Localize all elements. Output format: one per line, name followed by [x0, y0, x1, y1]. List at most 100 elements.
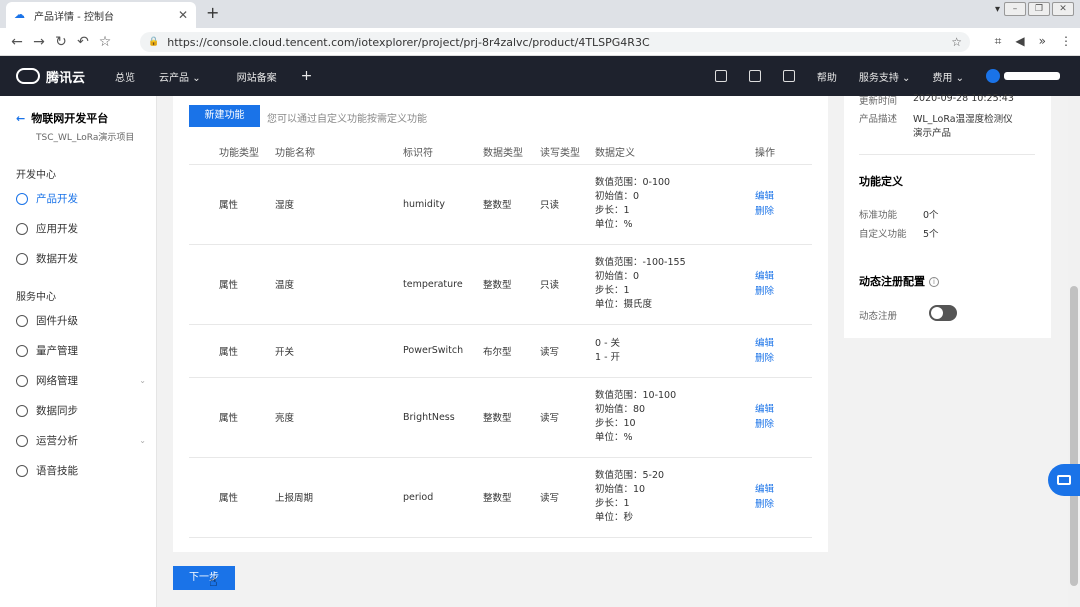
mail-icon[interactable] [782, 70, 795, 82]
forward-icon[interactable]: → [28, 34, 50, 50]
chevrons-icon[interactable]: » [1039, 34, 1046, 49]
bookmark-icon[interactable]: ☆ [94, 34, 116, 50]
sidebar-item-mass-production[interactable]: 量产管理 [16, 343, 146, 358]
nav-help[interactable]: 帮助 [817, 69, 837, 84]
sidebar-item-data-dev[interactable]: 数据开发 [16, 251, 146, 266]
microphone-icon [16, 464, 28, 477]
info-icon[interactable]: i [929, 277, 939, 287]
qrcode-icon[interactable] [714, 70, 727, 82]
undo-icon[interactable]: ↶ [72, 34, 94, 50]
reload-icon[interactable]: ↻ [50, 34, 72, 50]
sidebar-item-app-dev[interactable]: 应用开发 [16, 221, 146, 236]
next-step-button[interactable]: 下一步 [173, 566, 235, 590]
delete-link[interactable]: 删除 [755, 204, 812, 219]
col-type: 功能类型 [219, 140, 275, 165]
brand-logo[interactable]: 腾讯云 [16, 67, 85, 86]
nav-billing[interactable]: 费用 ⌄ [932, 69, 964, 84]
edit-link[interactable]: 编辑 [755, 482, 812, 497]
sidebar-item-voice[interactable]: 语音技能 [16, 463, 146, 478]
network-icon [16, 374, 28, 387]
new-tab-icon[interactable]: + [206, 3, 219, 22]
col-identifier: 标识符 [403, 140, 483, 165]
table-row: 属性 上报周期 period 整数型 读写 数值范围：5-20 初始值：10 步长：… [189, 457, 812, 538]
url-field[interactable]: 🔒 https://console.cloud.tencent.com/iote… [140, 32, 970, 52]
sidebar-item-data-sync[interactable]: 数据同步 [16, 403, 146, 418]
dynamic-register-title: 动态注册配置 i [859, 273, 939, 289]
avatar-icon [986, 69, 1000, 83]
custom-feature-hint: 您可以通过自定义功能按需定义功能 [267, 114, 427, 125]
gear-icon [16, 192, 28, 205]
sidebar: ← 物联网开发平台 TSC_WL_LoRa演示项目 开发中心 产品开发 应用开发 … [0, 96, 157, 607]
col-name: 功能名称 [275, 140, 403, 165]
back-arrow-icon[interactable]: ← [16, 112, 25, 125]
description-row: 产品描述 WL_LoRa温湿度检测仪 演示产品 [859, 114, 1013, 139]
function-definition-title: 功能定义 [859, 175, 903, 188]
cloud-icon: ☁ [14, 8, 25, 21]
browser-tab-bar: ☁ 产品详情 - 控制台 ✕ + ▾ – ❐ ✕ [0, 0, 1080, 28]
sidebar-item-network[interactable]: 网络管理 ⌄ [16, 373, 146, 388]
chat-button[interactable] [1048, 464, 1080, 496]
scrollbar-thumb[interactable] [1070, 286, 1078, 586]
nav-products[interactable]: 云产品 ⌄ [159, 69, 201, 84]
platform-title: 物联网开发平台 [31, 112, 109, 125]
col-data-type: 数据类型 [483, 140, 540, 165]
features-table: 功能类型 功能名称 标识符 数据类型 读写类型 数据定义 操作 属性 湿度 hu… [189, 140, 812, 538]
page-scrollbar[interactable] [1068, 96, 1080, 607]
new-feature-button[interactable]: 新建功能 [189, 105, 260, 127]
window-controls: – ❐ ✕ [1004, 2, 1074, 16]
nav-overview[interactable]: 总览 [115, 69, 135, 84]
data-icon [16, 252, 28, 265]
speaker-icon[interactable]: ◀ [1015, 34, 1024, 49]
sidebar-item-firmware[interactable]: 固件升级 [16, 313, 146, 328]
document-icon[interactable] [748, 70, 761, 82]
extension-icons: ⌗ ◀ » ⋮ [995, 34, 1072, 49]
col-actions: 操作 [755, 140, 812, 165]
table-row: 属性 湿度 humidity 整数型 只读 数值范围：0-100 初始值：0 步长：… [189, 164, 812, 245]
production-icon [16, 344, 28, 357]
close-window-icon[interactable]: ✕ [1052, 2, 1074, 16]
nav-icp[interactable]: 网站备案 [237, 69, 277, 84]
crop-icon[interactable]: ⌗ [995, 34, 1002, 49]
delete-link[interactable]: 删除 [755, 284, 812, 299]
menu-dots-icon[interactable]: ⋮ [1060, 34, 1072, 49]
account-menu[interactable] [986, 69, 1060, 83]
close-tab-icon[interactable]: ✕ [178, 8, 188, 22]
delete-link[interactable]: 删除 [755, 417, 812, 432]
delete-link[interactable]: 删除 [755, 351, 812, 366]
minimize-icon[interactable]: – [1004, 2, 1026, 16]
analytics-icon [16, 434, 28, 447]
sidebar-item-product-dev[interactable]: 产品开发 [16, 191, 146, 206]
project-name: TSC_WL_LoRa演示项目 [36, 133, 135, 143]
custom-functions-row: 自定义功能 5个 [859, 229, 939, 240]
add-icon[interactable]: + [301, 68, 313, 84]
brand-name: 腾讯云 [46, 70, 86, 86]
section-service: 服务中心 [16, 292, 56, 303]
tab-title: 产品详情 - 控制台 [34, 11, 114, 23]
browser-tab[interactable]: ☁ 产品详情 - 控制台 ✕ [6, 2, 196, 28]
chat-icon [1057, 475, 1071, 485]
sidebar-item-analytics[interactable]: 运营分析 ⌄ [16, 433, 146, 448]
nav-support[interactable]: 服务支持 ⌄ [859, 69, 911, 84]
tab-dropdown-icon[interactable]: ▾ [995, 4, 1000, 15]
product-info-panel: 更新时间 2020-09-28 10:25:43 产品描述 WL_LoRa温湿度… [844, 93, 1051, 338]
standard-functions-row: 标准功能 0个 [859, 210, 939, 221]
app-icon [16, 222, 28, 235]
platform-header[interactable]: ← 物联网开发平台 TSC_WL_LoRa演示项目 [16, 110, 134, 143]
hand-cursor-icon: ☝ [209, 574, 218, 590]
back-icon[interactable]: ← [6, 34, 28, 50]
star-icon[interactable]: ☆ [951, 35, 962, 49]
table-row: 属性 亮度 BrightNess 整数型 读写 数值范围：10-100 初始值：8… [189, 377, 812, 458]
chevron-down-icon: ⌄ [139, 436, 146, 445]
table-row: 属性 温度 temperature 整数型 只读 数值范围：-100-155 初始… [189, 244, 812, 325]
restore-icon[interactable]: ❐ [1028, 2, 1050, 16]
table-header: 功能类型 功能名称 标识符 数据类型 读写类型 数据定义 操作 [189, 140, 812, 165]
edit-link[interactable]: 编辑 [755, 402, 812, 417]
cloud-logo-icon [16, 68, 40, 84]
table-row: 属性 开关 PowerSwitch 布尔型 读写 0 - 关1 - 开 编辑 删除 [189, 324, 812, 378]
delete-link[interactable]: 删除 [755, 497, 812, 512]
dynamic-register-toggle[interactable] [929, 305, 957, 321]
edit-link[interactable]: 编辑 [755, 269, 812, 284]
edit-link[interactable]: 编辑 [755, 336, 812, 351]
section-dev: 开发中心 [16, 170, 56, 181]
edit-link[interactable]: 编辑 [755, 189, 812, 204]
